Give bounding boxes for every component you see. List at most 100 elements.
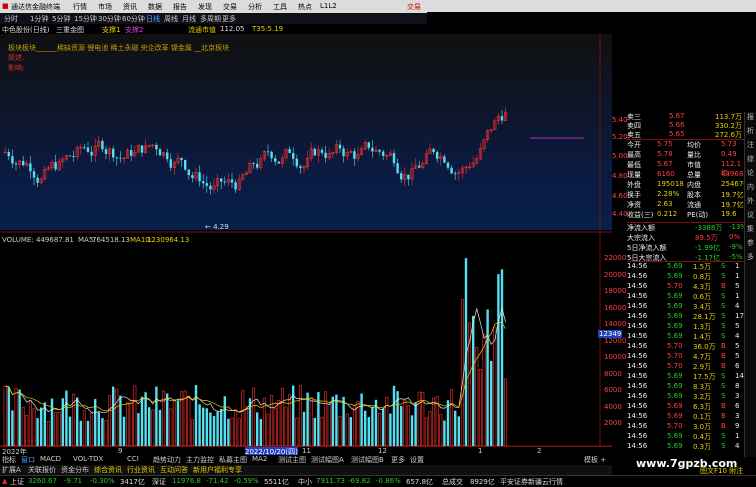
menu-shuju[interactable]: 数据 xyxy=(148,2,162,12)
side-icon[interactable]: 参 xyxy=(745,238,756,252)
period-15m[interactable]: 15分钟 xyxy=(74,14,97,24)
broker-name[interactable]: 平安证券新疆云行情 xyxy=(500,477,563,487)
candle-body xyxy=(443,156,446,163)
indicator-tab[interactable]: 指标 xyxy=(2,455,16,465)
menu-baogao[interactable]: 报告 xyxy=(173,2,187,12)
template-button[interactable]: 模板 + xyxy=(584,455,606,465)
tick-list[interactable]: 14:56 5.69 1.5万 S 1 14:56 5.69 0.8万 S 1 14:56 5.70 4… xyxy=(627,261,747,452)
tick-cell: 14:56 xyxy=(627,262,648,270)
tick-cell: 1 xyxy=(735,262,740,270)
extension-tab[interactable]: 新用户福利专享 xyxy=(193,465,242,475)
indicator-tab[interactable]: MA2 xyxy=(252,455,267,463)
volume-bar xyxy=(292,385,295,446)
tick-cell: 5.69 xyxy=(667,442,683,450)
candle-body xyxy=(234,182,237,190)
period-month[interactable]: 月线 xyxy=(182,14,196,24)
volume-bar xyxy=(144,392,147,446)
volume-bar xyxy=(205,408,208,446)
menu-hangqing[interactable]: 行情 xyxy=(73,2,87,12)
volume-bar xyxy=(79,420,82,446)
volume-bar xyxy=(443,420,446,446)
side-icon[interactable]: 内 xyxy=(745,182,756,196)
side-icon[interactable]: 论 xyxy=(745,168,756,182)
period-more[interactable]: 更多 xyxy=(222,14,236,24)
period-30m[interactable]: 30分钟 xyxy=(98,14,121,24)
volume-tick: 22000 xyxy=(604,254,627,262)
period-fenshi[interactable]: 分时 xyxy=(4,14,18,24)
volume-bar xyxy=(25,414,29,446)
volume-bar xyxy=(14,387,18,446)
extension-tab[interactable]: 综合资讯 xyxy=(94,465,122,475)
period-week[interactable]: 周线 xyxy=(164,14,178,24)
volume-bar xyxy=(155,386,158,446)
quote-row: 收益(三) 0.212 PE(动) 19.6 xyxy=(627,210,747,220)
candle-body xyxy=(392,153,396,164)
period-day[interactable]: 日线 xyxy=(146,14,160,24)
candle-body xyxy=(252,163,255,164)
period-5m[interactable]: 5分钟 xyxy=(52,14,70,24)
period-60m[interactable]: 60分钟 xyxy=(122,14,145,24)
indicator-tab[interactable]: 主力监控 xyxy=(186,455,214,465)
side-icon[interactable]: 议 xyxy=(745,210,756,224)
menu-zixun[interactable]: 资讯 xyxy=(123,2,137,12)
indicator-tab[interactable]: VOL-TDX xyxy=(73,455,103,463)
extension-tab[interactable]: 关联报价 xyxy=(28,465,56,475)
sz-label[interactable]: 深证 xyxy=(152,477,166,487)
tick-cell: 5.69 xyxy=(667,382,683,390)
candle-body xyxy=(230,179,234,183)
indicator-tab[interactable]: 更多 xyxy=(391,455,405,465)
indicator-tab[interactable]: 窗口 xyxy=(21,455,35,465)
menu-faxian[interactable]: 发现 xyxy=(198,2,212,12)
quote-cell: 股本 xyxy=(687,191,701,199)
price-tick-5-20: 5.20 xyxy=(612,133,628,141)
extension-tab[interactable]: 资金分布 xyxy=(61,465,89,475)
indicator-tab[interactable]: 测试幅图A xyxy=(311,455,344,465)
tick-cell: S xyxy=(721,272,726,280)
candle-body xyxy=(299,166,302,168)
side-icon[interactable]: 多 xyxy=(745,252,756,266)
menu-shichang[interactable]: 市场 xyxy=(98,2,112,12)
period-1m[interactable]: 1分钟 xyxy=(30,14,48,24)
quote-cell: 19.7亿 xyxy=(721,191,744,199)
indicator-tab[interactable]: 私募主图 xyxy=(219,455,247,465)
indicator-tab[interactable]: 测试幅图B xyxy=(351,455,384,465)
extension-tab[interactable]: 行业资讯 xyxy=(127,465,155,475)
side-icon[interactable]: 集 xyxy=(745,224,756,238)
zx-label[interactable]: 中小 xyxy=(298,477,312,487)
extension-tab[interactable]: 互动问答 xyxy=(160,465,188,475)
menu-trade[interactable]: 交易 xyxy=(407,2,421,12)
indicator-tab[interactable]: CCI xyxy=(127,455,139,463)
tick-cell: 5 xyxy=(735,322,740,330)
sh-label[interactable]: 上证 xyxy=(10,477,24,487)
price-tick-4-80: 4.80 xyxy=(612,172,628,180)
indicator-tab[interactable]: 测试主图 xyxy=(278,455,306,465)
tick-cell: 5.70 xyxy=(667,422,683,430)
candle-body xyxy=(68,155,72,157)
indicator-tab[interactable]: MACD xyxy=(40,455,61,463)
indicator-tab[interactable]: 设置 xyxy=(410,455,424,465)
side-icon[interactable]: 报 xyxy=(745,112,756,126)
menu-l1l2[interactable]: L1L2 xyxy=(320,2,337,10)
side-icon[interactable]: 注 xyxy=(745,140,756,154)
zx-pct: -0.86% xyxy=(376,477,401,485)
candle-body xyxy=(270,151,273,159)
period-multi[interactable]: 多周期 xyxy=(200,14,221,24)
candle-body xyxy=(407,174,410,180)
tick-cell: 4 xyxy=(735,332,740,340)
side-icon[interactable]: 外 xyxy=(745,196,756,210)
quote-cell: 0.49 xyxy=(721,150,737,158)
menu-gongju[interactable]: 工具 xyxy=(273,2,287,12)
tick-cell: 5 xyxy=(735,342,740,350)
volume-tick: 2000 xyxy=(604,419,622,427)
indicator-tab[interactable]: 趋势动力 xyxy=(153,455,181,465)
flow-value: -1.99亿 xyxy=(695,244,721,252)
extension-tab[interactable]: 扩展A xyxy=(2,465,21,475)
volume-bar xyxy=(46,421,50,446)
candle-body xyxy=(119,157,122,159)
side-icon[interactable]: 析 xyxy=(745,126,756,140)
menu-jiaoyi[interactable]: 交易 xyxy=(223,2,237,12)
menu-redian[interactable]: 热点 xyxy=(298,2,312,12)
side-icon[interactable]: 综 xyxy=(745,154,756,168)
menu-fenxi[interactable]: 分析 xyxy=(248,2,262,12)
tick-cell: B xyxy=(721,342,726,350)
